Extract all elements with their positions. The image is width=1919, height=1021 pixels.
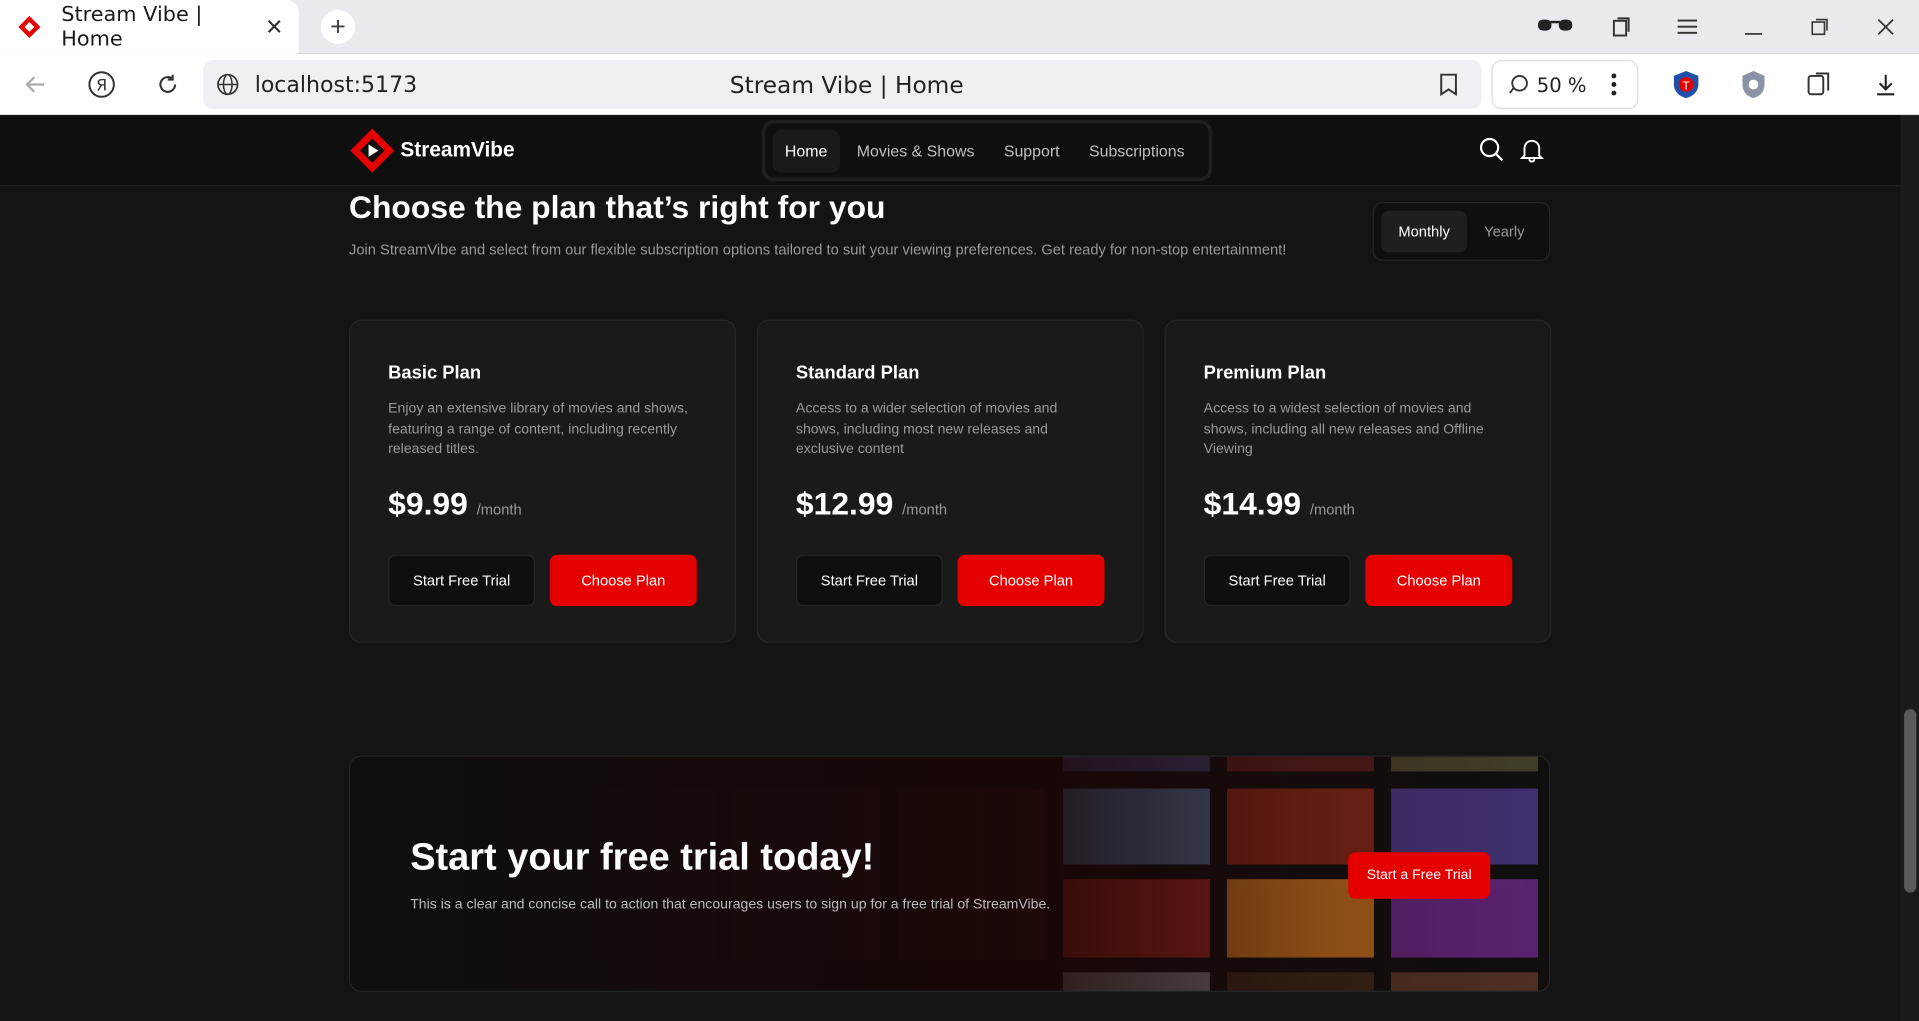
minimize-icon[interactable] xyxy=(1727,0,1781,54)
new-tab-button[interactable]: + xyxy=(320,9,356,45)
zoom-level: 50 % xyxy=(1536,72,1587,97)
tab-title: Stream Vibe | Home xyxy=(61,2,203,52)
price-period: /month xyxy=(902,500,948,518)
reload-icon[interactable] xyxy=(152,69,184,101)
main-nav: Home Movies & Shows Support Subscription… xyxy=(761,120,1213,182)
more-options-icon[interactable] xyxy=(1598,69,1630,101)
svg-text:T: T xyxy=(1682,79,1690,92)
chat-search-icon xyxy=(1509,75,1528,94)
nav-item-support[interactable]: Support xyxy=(992,129,1072,172)
price-period: /month xyxy=(476,500,522,518)
start-free-trial-button[interactable]: Start Free Trial xyxy=(795,554,943,607)
plan-price: $12.99 /month xyxy=(796,485,947,523)
streamvibe-favicon-icon xyxy=(18,15,41,38)
svg-text:Я: Я xyxy=(96,76,107,95)
scrollbar-thumb[interactable] xyxy=(1904,708,1917,893)
collections-icon[interactable] xyxy=(1594,0,1648,54)
url-text: localhost:5173 xyxy=(254,72,418,98)
streamvibe-logo[interactable]: StreamVibe xyxy=(349,127,515,174)
globe-icon xyxy=(217,73,239,96)
cta-title: Start your free trial today! xyxy=(410,835,875,878)
plan-description: Access to a widest selection of movies a… xyxy=(1203,401,1484,457)
price-period: /month xyxy=(1309,500,1355,518)
yandex-icon[interactable]: Я xyxy=(86,69,118,101)
start-free-trial-button[interactable]: Start Free Trial xyxy=(1203,554,1351,607)
window-close-icon[interactable] xyxy=(1859,0,1913,54)
page-content: StreamVibe Home Movies & Shows Support S… xyxy=(0,115,1901,1021)
page-scrollbar[interactable] xyxy=(1900,115,1919,1021)
plan-name: Premium Plan xyxy=(1203,362,1327,384)
billing-toggle: Monthly Yearly xyxy=(1372,202,1551,261)
pricing-title: Choose the plan that’s right for you xyxy=(348,188,886,226)
tab-close-icon[interactable]: ✕ xyxy=(262,14,286,39)
choose-plan-button[interactable]: Choose Plan xyxy=(549,554,697,607)
back-arrow-icon[interactable] xyxy=(20,69,52,101)
plan-name: Basic Plan xyxy=(388,362,482,384)
choose-plan-button[interactable]: Choose Plan xyxy=(957,554,1105,607)
plan-price: $9.99 /month xyxy=(388,485,521,523)
price-value: $12.99 xyxy=(795,484,894,522)
site-header: StreamVibe Home Movies & Shows Support S… xyxy=(0,115,1901,187)
price-value: $14.99 xyxy=(1203,484,1302,522)
toggle-yearly[interactable]: Yearly xyxy=(1467,211,1542,253)
choose-plan-button[interactable]: Choose Plan xyxy=(1365,554,1513,607)
pricing-subtitle: Join StreamVibe and select from our flex… xyxy=(348,241,1287,259)
download-icon[interactable] xyxy=(1870,69,1902,101)
plan-card-basic: Basic Plan Enjoy an extensive library of… xyxy=(348,319,736,643)
bookmark-icon[interactable] xyxy=(1438,72,1460,97)
browser-tabbar: Stream Vibe | Home ✕ + xyxy=(0,0,1919,54)
shield-extension-icon[interactable] xyxy=(1738,69,1770,101)
restore-icon[interactable] xyxy=(1793,0,1847,54)
plan-price: $14.99 /month xyxy=(1204,485,1355,523)
plan-card-premium: Premium Plan Access to a widest selectio… xyxy=(1164,319,1552,643)
reader-extension-icon[interactable] xyxy=(1804,69,1836,101)
nav-item-subscriptions[interactable]: Subscriptions xyxy=(1077,129,1197,172)
bell-icon[interactable] xyxy=(1518,136,1545,163)
free-trial-cta: Start your free trial today! This is a c… xyxy=(348,755,1551,992)
nav-item-movies-shows[interactable]: Movies & Shows xyxy=(845,129,987,172)
plan-name: Standard Plan xyxy=(795,362,920,384)
logo-text: StreamVibe xyxy=(400,138,515,162)
toggle-monthly[interactable]: Monthly xyxy=(1381,210,1467,253)
incognito-glasses-icon[interactable] xyxy=(1528,0,1582,54)
browser-tab[interactable]: Stream Vibe | Home ✕ xyxy=(0,0,299,54)
plan-description: Access to a wider selection of movies an… xyxy=(795,401,1058,457)
nav-item-home[interactable]: Home xyxy=(772,129,840,173)
streamvibe-logo-icon xyxy=(350,128,395,173)
search-icon[interactable] xyxy=(1478,136,1505,163)
cta-subtitle: This is a clear and concise call to acti… xyxy=(410,897,1051,913)
page-title-display: Stream Vibe | Home xyxy=(729,72,964,100)
plan-card-standard: Standard Plan Access to a wider selectio… xyxy=(756,319,1144,643)
url-bar[interactable]: localhost:5173 Stream Vibe | Home xyxy=(203,60,1482,109)
vpn-extension-icon[interactable]: T xyxy=(1670,69,1702,101)
start-free-trial-button[interactable]: Start Free Trial xyxy=(388,554,536,607)
menu-icon[interactable] xyxy=(1660,0,1714,54)
plan-description: Enjoy an extensive library of movies and… xyxy=(388,401,688,457)
price-value: $9.99 xyxy=(388,484,468,522)
browser-addressbar: Я localhost:5173 Stream Vibe | Home 50 %… xyxy=(0,53,1919,116)
start-free-trial-cta-button[interactable]: Start a Free Trial xyxy=(1348,852,1491,899)
